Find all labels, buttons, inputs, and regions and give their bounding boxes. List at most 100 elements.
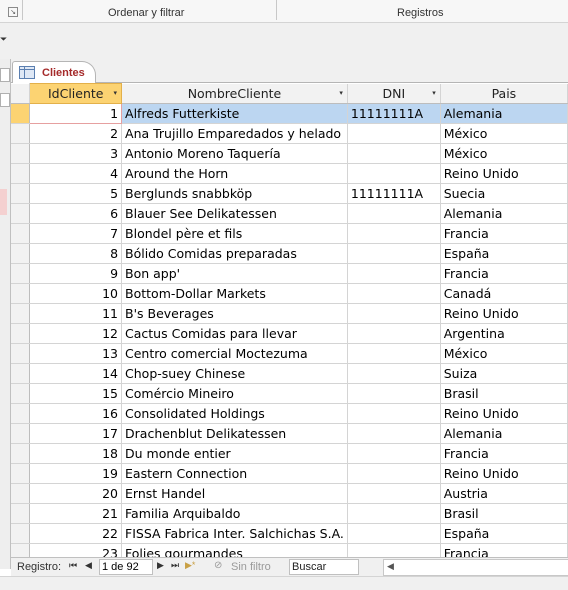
record-selector[interactable] <box>11 363 31 384</box>
cell-nombrecliente[interactable]: Consolidated Holdings <box>121 403 348 424</box>
record-selector[interactable] <box>11 103 31 124</box>
select-all-corner[interactable] <box>11 83 31 104</box>
table-row[interactable]: 15 Comércio Mineiro Brasil <box>11 383 568 404</box>
cell-pais[interactable]: Reino Unido <box>440 403 568 424</box>
record-selector[interactable] <box>11 323 31 344</box>
cell-pais[interactable]: Reino Unido <box>440 163 568 184</box>
cell-dni[interactable] <box>347 503 441 524</box>
cell-nombrecliente[interactable]: Bólido Comidas preparadas <box>121 243 348 264</box>
cell-dni[interactable] <box>347 423 441 444</box>
previous-record-icon[interactable]: ◀ <box>85 560 92 571</box>
cell-idcliente[interactable]: 21 <box>29 503 123 524</box>
cell-idcliente[interactable]: 16 <box>29 403 123 424</box>
cell-dni[interactable] <box>347 283 441 304</box>
cell-idcliente[interactable]: 3 <box>29 143 123 164</box>
table-row[interactable]: 1 Alfreds Futterkiste 11111111A Alemania <box>11 103 568 124</box>
cell-nombrecliente[interactable]: Du monde entier <box>121 443 348 464</box>
cell-nombrecliente[interactable]: Blauer See Delikatessen <box>121 203 348 224</box>
cell-idcliente[interactable]: 8 <box>29 243 123 264</box>
cell-nombrecliente[interactable]: Folies gourmandes <box>121 543 348 557</box>
nav-pane-control[interactable] <box>0 93 10 107</box>
record-selector[interactable] <box>11 423 31 444</box>
cell-idcliente[interactable]: 6 <box>29 203 123 224</box>
cell-dni[interactable] <box>347 223 441 244</box>
table-row[interactable]: 22 FISSA Fabrica Inter. Salchichas S.A. Es… <box>11 523 568 544</box>
cell-idcliente[interactable]: 23 <box>29 543 123 557</box>
cell-pais[interactable]: México <box>440 343 568 364</box>
cell-dni[interactable] <box>347 123 441 144</box>
cell-pais[interactable]: México <box>440 143 568 164</box>
record-selector[interactable] <box>11 143 31 164</box>
cell-nombrecliente[interactable]: FISSA Fabrica Inter. Salchichas S.A. <box>121 523 348 544</box>
cell-pais[interactable]: México <box>440 123 568 144</box>
cell-idcliente[interactable]: 13 <box>29 343 123 364</box>
navigation-pane-edge[interactable] <box>0 59 11 569</box>
cell-nombrecliente[interactable]: Drachenblut Delikatessen <box>121 423 348 444</box>
next-record-icon[interactable]: ▶ <box>157 560 164 571</box>
table-row[interactable]: 14 Chop-suey Chinese Suiza <box>11 363 568 384</box>
cell-nombrecliente[interactable]: Cactus Comidas para llevar <box>121 323 348 344</box>
record-selector[interactable] <box>11 243 31 264</box>
cell-idcliente[interactable]: 10 <box>29 283 123 304</box>
cell-idcliente[interactable]: 15 <box>29 383 123 404</box>
sort-filter-dropdown-icon[interactable]: ▾ <box>114 89 118 97</box>
cell-idcliente[interactable]: 11 <box>29 303 123 324</box>
cell-nombrecliente[interactable]: Centro comercial Moctezuma <box>121 343 348 364</box>
record-selector[interactable] <box>11 403 31 424</box>
column-header-nombrecliente[interactable]: NombreCliente ▾ <box>121 83 348 104</box>
nav-pane-control[interactable] <box>0 68 10 82</box>
record-selector[interactable] <box>11 223 31 244</box>
cell-nombrecliente[interactable]: Chop-suey Chinese <box>121 363 348 384</box>
table-row[interactable]: 6 Blauer See Delikatessen Alemania <box>11 203 568 224</box>
cell-nombrecliente[interactable]: Familia Arquibaldo <box>121 503 348 524</box>
table-row[interactable]: 7 Blondel père et fils Francia <box>11 223 568 244</box>
cell-dni[interactable] <box>347 163 441 184</box>
cell-nombrecliente[interactable]: Bottom-Dollar Markets <box>121 283 348 304</box>
table-row[interactable]: 16 Consolidated Holdings Reino Unido <box>11 403 568 424</box>
record-selector[interactable] <box>11 543 31 557</box>
filter-toggle-button[interactable]: Sin filtro <box>231 561 271 573</box>
record-selector[interactable] <box>11 183 31 204</box>
record-selector[interactable] <box>11 123 31 144</box>
cell-pais[interactable]: Suecia <box>440 183 568 204</box>
record-selector[interactable] <box>11 283 31 304</box>
cell-dni[interactable] <box>347 523 441 544</box>
cell-pais[interactable]: Austria <box>440 483 568 504</box>
cell-pais[interactable]: Alemania <box>440 423 568 444</box>
sort-filter-dropdown-icon[interactable]: ▾ <box>339 89 343 97</box>
cell-idcliente[interactable]: 1 <box>29 103 123 124</box>
cell-pais[interactable]: Francia <box>440 443 568 464</box>
cell-nombrecliente[interactable]: Around the Horn <box>121 163 348 184</box>
cell-idcliente[interactable]: 5 <box>29 183 123 204</box>
table-row[interactable]: 5 Berglunds snabbköp 11111111A Suecia <box>11 183 568 204</box>
record-selector[interactable] <box>11 463 31 484</box>
cell-pais[interactable]: Brasil <box>440 383 568 404</box>
cell-dni[interactable]: 11111111A <box>347 103 441 124</box>
table-row[interactable]: 11 B's Beverages Reino Unido <box>11 303 568 324</box>
record-selector[interactable] <box>11 503 31 524</box>
cell-nombrecliente[interactable]: Alfreds Futterkiste <box>121 103 348 124</box>
column-header-pais[interactable]: Pais <box>440 83 568 104</box>
dialog-launcher-icon[interactable]: ↘ <box>8 7 18 17</box>
cell-idcliente[interactable]: 17 <box>29 423 123 444</box>
cell-dni[interactable] <box>347 483 441 504</box>
cell-nombrecliente[interactable]: Antonio Moreno Taquería <box>121 143 348 164</box>
record-selector[interactable] <box>11 343 31 364</box>
cell-dni[interactable] <box>347 343 441 364</box>
first-record-icon[interactable]: ⏮ <box>69 560 77 571</box>
cell-pais[interactable]: Francia <box>440 263 568 284</box>
cell-dni[interactable] <box>347 383 441 404</box>
record-selector[interactable] <box>11 443 31 464</box>
cell-pais[interactable]: Reino Unido <box>440 303 568 324</box>
record-selector[interactable] <box>11 483 31 504</box>
table-row[interactable]: 18 Du monde entier Francia <box>11 443 568 464</box>
cell-pais[interactable]: Suiza <box>440 363 568 384</box>
current-record-field[interactable]: 1 de 92 <box>99 559 153 575</box>
search-input[interactable]: Buscar <box>289 559 359 575</box>
cell-dni[interactable] <box>347 543 441 557</box>
cell-dni[interactable] <box>347 203 441 224</box>
cell-pais[interactable]: España <box>440 243 568 264</box>
cell-dni[interactable] <box>347 243 441 264</box>
record-selector[interactable] <box>11 263 31 284</box>
cell-nombrecliente[interactable]: Blondel père et fils <box>121 223 348 244</box>
